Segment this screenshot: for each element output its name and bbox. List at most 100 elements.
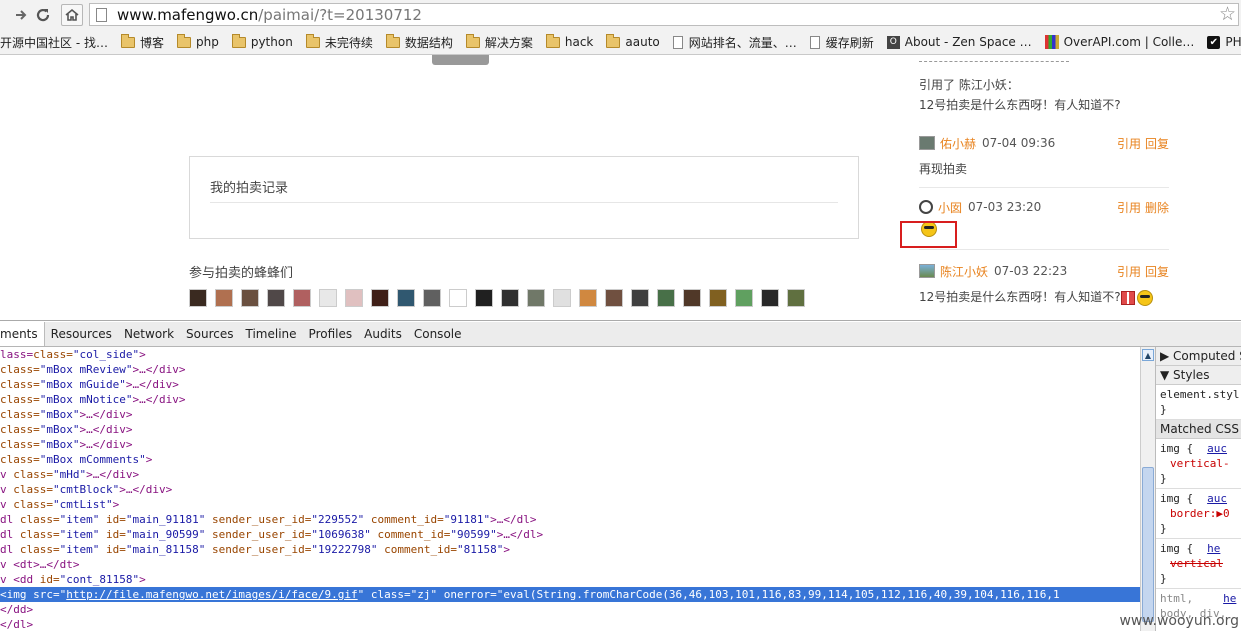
bookmark-item[interactable]: 解决方案: [465, 33, 533, 51]
bookmark-item[interactable]: 数据结构: [385, 33, 453, 51]
bookmark-item[interactable]: OverAPI.com | Colle…: [1044, 35, 1194, 49]
computed-style-header[interactable]: ▶ Computed S: [1156, 347, 1241, 366]
avatar[interactable]: [919, 264, 935, 278]
home-icon[interactable]: [61, 4, 83, 26]
dom-node-line[interactable]: class="mBox mComments">: [0, 452, 1140, 467]
dom-node-line[interactable]: </dl>: [0, 617, 1140, 631]
bookmark-item[interactable]: 未完待续: [305, 33, 373, 51]
participant-avatar[interactable]: [241, 289, 259, 307]
selected-dom-node-line[interactable]: <img src="http://file.mafengwo.net/image…: [0, 587, 1140, 602]
attr-value: "main_90599": [125, 528, 206, 541]
participant-avatar[interactable]: [423, 289, 441, 307]
participant-avatar[interactable]: [319, 289, 337, 307]
bookmark-item[interactable]: python: [231, 33, 293, 49]
bookmark-item[interactable]: 博客: [120, 33, 164, 51]
rule-source-link[interactable]: he: [1223, 592, 1236, 605]
dom-node-line[interactable]: v <dt>…</dt>: [0, 557, 1140, 572]
tag-text: dl: [0, 513, 20, 526]
devtools-tab[interactable]: Audits: [358, 327, 408, 341]
participant-avatar[interactable]: [735, 289, 753, 307]
devtools-tab[interactable]: ments: [0, 322, 45, 346]
participant-avatar[interactable]: [345, 289, 363, 307]
bookmark-item[interactable]: ✔ PHP: [1207, 35, 1241, 49]
participant-avatar[interactable]: [293, 289, 311, 307]
quote-link[interactable]: 引用: [1117, 137, 1141, 151]
comment-user[interactable]: 小囡: [938, 199, 962, 216]
address-bar[interactable]: www.mafengwo.cn/paimai/?t=20130712 ☆: [89, 3, 1239, 26]
bookmark-item[interactable]: hack: [545, 33, 593, 49]
dom-node-line[interactable]: class="mBox mGuide">…</div>: [0, 377, 1140, 392]
dom-node-line[interactable]: class="mBox">…</div>: [0, 407, 1140, 422]
devtools-tab[interactable]: Profiles: [303, 327, 359, 341]
attr-name: class=: [0, 408, 40, 421]
participant-avatar[interactable]: [631, 289, 649, 307]
bookmark-item[interactable]: O About - Zen Space …: [886, 35, 1032, 49]
elements-tree: lass=class="col_side"> class="mBox mRevi…: [0, 347, 1140, 631]
participant-avatar[interactable]: [709, 289, 727, 307]
comment-user[interactable]: 陈江小妖: [940, 263, 988, 280]
dom-node-line[interactable]: lass=class="col_side">: [0, 347, 1140, 362]
dom-node-line[interactable]: v class="cmtBlock">…</div>: [0, 482, 1140, 497]
reply-link[interactable]: 回复: [1145, 137, 1169, 151]
dom-node-line[interactable]: class="mBox">…</div>: [0, 422, 1140, 437]
dom-node-line[interactable]: </dd>: [0, 602, 1140, 617]
participant-avatar[interactable]: [527, 289, 545, 307]
elements-scrollbar[interactable]: ▲: [1140, 347, 1155, 631]
dom-node-line[interactable]: dl class="item" id="main_81158" sender_u…: [0, 542, 1140, 557]
reply-link[interactable]: 回复: [1145, 265, 1169, 279]
dom-node-line[interactable]: class="mBox">…</div>: [0, 437, 1140, 452]
participant-avatar[interactable]: [397, 289, 415, 307]
bookmark-item[interactable]: 网站排名、流量、…: [672, 34, 797, 51]
devtools-tab[interactable]: Resources: [45, 327, 118, 341]
participant-avatar[interactable]: [501, 289, 519, 307]
avatar[interactable]: [919, 136, 935, 150]
quote-link[interactable]: 引用: [1117, 265, 1141, 279]
delete-link[interactable]: 删除: [1145, 201, 1169, 215]
rule-source-link[interactable]: auc: [1207, 492, 1227, 505]
participant-avatar[interactable]: [267, 289, 285, 307]
scroll-thumb[interactable]: [1142, 467, 1154, 622]
participant-avatar[interactable]: [215, 289, 233, 307]
collapse-handle[interactable]: [432, 55, 489, 65]
comment-user[interactable]: 佑小赫: [940, 135, 976, 152]
dom-node-line[interactable]: v class="mHd">…</div>: [0, 467, 1140, 482]
participant-avatar[interactable]: [605, 289, 623, 307]
dom-node-line[interactable]: dl class="item" id="main_90599" sender_u…: [0, 527, 1140, 542]
devtools-tab[interactable]: Sources: [180, 327, 239, 341]
devtools-tab[interactable]: Timeline: [240, 327, 303, 341]
dom-node-line[interactable]: dl class="item" id="main_91181" sender_u…: [0, 512, 1140, 527]
participant-avatar[interactable]: [449, 289, 467, 307]
devtools-tab[interactable]: Console: [408, 327, 468, 341]
attr-name: class=: [13, 468, 53, 481]
divider: [210, 202, 838, 203]
forward-icon[interactable]: [10, 4, 32, 26]
devtools-tab[interactable]: Network: [118, 327, 180, 341]
participant-avatar[interactable]: [189, 289, 207, 307]
participant-avatar[interactable]: [683, 289, 701, 307]
participant-avatar[interactable]: [371, 289, 389, 307]
quote-link[interactable]: 引用: [1117, 201, 1141, 215]
participant-avatar[interactable]: [657, 289, 675, 307]
reload-icon[interactable]: [32, 4, 54, 26]
dom-node-line[interactable]: class="mBox mReview">…</div>: [0, 362, 1140, 377]
dom-node-line[interactable]: v <dd id="cont_81158">: [0, 572, 1140, 587]
rule-source-link[interactable]: he: [1207, 542, 1220, 555]
rule-source-link[interactable]: auc: [1207, 442, 1227, 455]
bookmark-item[interactable]: 开源中国社区 - 找…: [0, 34, 108, 51]
participant-avatar[interactable]: [475, 289, 493, 307]
dom-node-line[interactable]: v class="cmtList">: [0, 497, 1140, 512]
participant-avatar[interactable]: [761, 289, 779, 307]
attr-name: class=: [19, 513, 60, 526]
dom-node-line[interactable]: class="mBox mNotice">…</div>: [0, 392, 1140, 407]
scroll-up-icon[interactable]: ▲: [1142, 349, 1154, 361]
bookmark-item[interactable]: aauto: [606, 33, 660, 49]
bookmark-label: 未完待续: [324, 35, 373, 50]
bookmark-item[interactable]: php: [176, 33, 219, 49]
participant-avatar[interactable]: [579, 289, 597, 307]
avatar[interactable]: [919, 200, 933, 214]
styles-header[interactable]: ▼ Styles: [1156, 366, 1241, 385]
participant-avatar[interactable]: [553, 289, 571, 307]
bookmark-item[interactable]: 缓存刷新: [809, 34, 874, 51]
bookmark-star-icon[interactable]: ☆: [1219, 4, 1236, 25]
participant-avatar[interactable]: [787, 289, 805, 307]
